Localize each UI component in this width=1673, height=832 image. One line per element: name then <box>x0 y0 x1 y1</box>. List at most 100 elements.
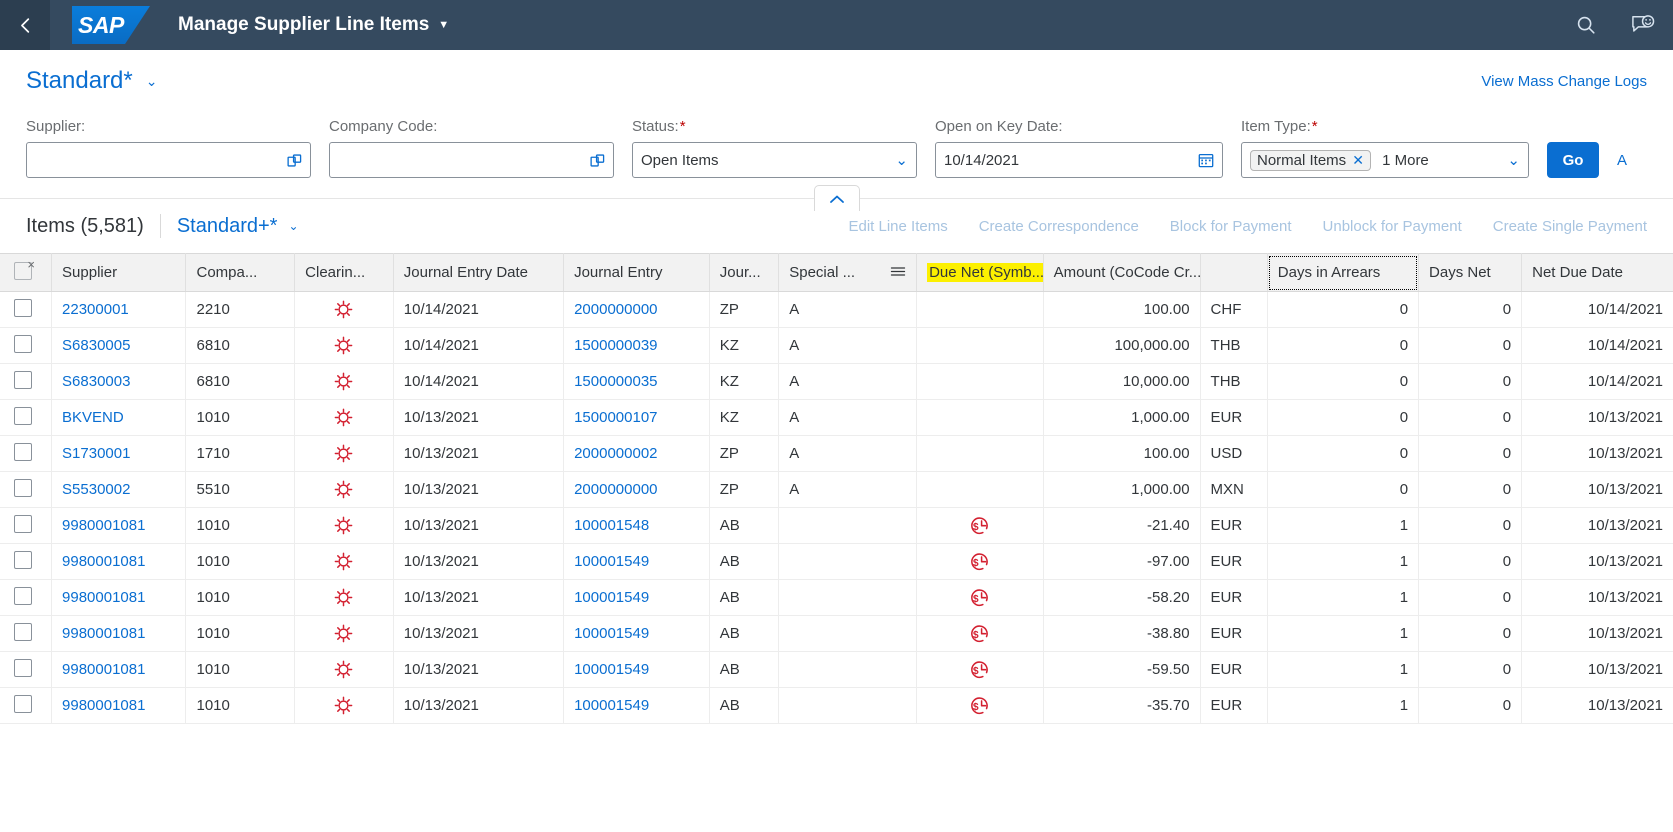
table-row[interactable]: 9980001081 1010 10/13/2021 100001549 AB $ -38.… <box>0 615 1673 652</box>
column-header-journal-entry-date[interactable]: Journal Entry Date <box>393 253 565 292</box>
value-help-icon[interactable] <box>590 153 605 168</box>
cell-journal-entry[interactable]: 1500000039 <box>563 327 710 364</box>
row-checkbox[interactable] <box>14 694 32 713</box>
row-checkbox[interactable] <box>14 658 32 677</box>
column-header-clearing[interactable]: Clearin... <box>294 253 394 292</box>
cell-supplier[interactable]: S6830003 <box>51 363 187 400</box>
row-select-cell[interactable] <box>0 435 53 472</box>
key-date-input[interactable]: 10/14/2021 <box>935 142 1223 178</box>
select-all-header[interactable] <box>0 253 53 292</box>
row-select-cell[interactable] <box>0 399 53 436</box>
column-header-journal-entry-type[interactable]: Jour... <box>709 253 780 292</box>
column-header-company-code[interactable]: Compa... <box>185 253 296 292</box>
row-checkbox[interactable] <box>14 478 32 497</box>
unblock-for-payment-button[interactable]: Unblock for Payment <box>1323 218 1462 235</box>
chevron-down-icon[interactable]: ⌄ <box>895 151 908 169</box>
table-row[interactable]: S6830005 6810 10/14/2021 1500000039 KZ A 100,0… <box>0 327 1673 364</box>
table-row[interactable]: S6830003 6810 10/14/2021 1500000035 KZ A 10,00… <box>0 363 1673 400</box>
table-row[interactable]: 9980001081 1010 10/13/2021 100001549 AB $ -97.… <box>0 543 1673 580</box>
row-checkbox[interactable] <box>14 550 32 569</box>
table-row[interactable]: 9980001081 1010 10/13/2021 100001549 AB $ -35.… <box>0 687 1673 724</box>
row-select-cell[interactable] <box>0 507 53 544</box>
cell-supplier[interactable]: 9980001081 <box>51 651 187 688</box>
table-row[interactable]: 9980001081 1010 10/13/2021 100001549 AB $ -58.… <box>0 579 1673 616</box>
cell-supplier[interactable]: 9980001081 <box>51 615 187 652</box>
feedback-smiley-icon[interactable] <box>1631 14 1655 36</box>
row-checkbox[interactable] <box>14 406 32 425</box>
column-header-due-net[interactable]: Due Net (Symb... <box>916 253 1044 292</box>
column-header-special-gl[interactable]: Special ... <box>778 253 918 292</box>
back-button[interactable] <box>0 0 50 50</box>
row-select-cell[interactable] <box>0 651 53 688</box>
table-row[interactable]: 9980001081 1010 10/13/2021 100001548 AB $ -21.… <box>0 507 1673 544</box>
row-checkbox[interactable] <box>14 370 32 389</box>
app-title[interactable]: Manage Supplier Line Items ▼ <box>178 14 449 36</box>
cell-journal-entry[interactable]: 100001549 <box>563 687 710 724</box>
value-help-icon[interactable] <box>287 153 302 168</box>
table-row[interactable]: 22300001 2210 10/14/2021 2000000000 ZP A 100.0… <box>0 291 1673 328</box>
row-checkbox[interactable] <box>14 334 32 353</box>
column-header-days-in-arrears[interactable]: Days in Arrears <box>1267 253 1420 292</box>
row-select-cell[interactable] <box>0 471 53 508</box>
cell-supplier[interactable]: 9980001081 <box>51 579 187 616</box>
status-select[interactable]: Open Items ⌄ <box>632 142 917 178</box>
cell-journal-entry[interactable]: 100001548 <box>563 507 710 544</box>
item-type-token[interactable]: Normal Items ✕ <box>1250 149 1371 171</box>
row-select-cell[interactable] <box>0 579 53 616</box>
filter-variant-selector[interactable]: Standard* ⌄ <box>26 67 157 95</box>
cell-supplier[interactable]: 9980001081 <box>51 543 187 580</box>
table-row[interactable]: S5530002 5510 10/13/2021 2000000000 ZP A 1,000… <box>0 471 1673 508</box>
cell-journal-entry[interactable]: 1500000035 <box>563 363 710 400</box>
table-row[interactable]: BKVEND 1010 10/13/2021 1500000107 KZ A 1,000.0… <box>0 399 1673 436</box>
column-header-days-net[interactable]: Days Net <box>1418 253 1523 292</box>
item-type-more-label[interactable]: 1 More <box>1382 152 1429 169</box>
adapt-filters-link[interactable]: A <box>1617 142 1631 178</box>
cell-journal-entry[interactable]: 2000000000 <box>563 291 710 328</box>
row-select-cell[interactable] <box>0 615 53 652</box>
cell-supplier[interactable]: S5530002 <box>51 471 187 508</box>
cell-journal-entry[interactable]: 100001549 <box>563 651 710 688</box>
go-button[interactable]: Go <box>1547 142 1599 178</box>
filter-bar-collapse-toggle[interactable] <box>813 185 860 211</box>
row-checkbox[interactable] <box>14 514 32 533</box>
column-header-supplier[interactable]: Supplier <box>51 253 187 292</box>
cell-supplier[interactable]: 9980001081 <box>51 687 187 724</box>
cell-journal-entry[interactable]: 1500000107 <box>563 399 710 436</box>
item-type-multi-input[interactable]: Normal Items ✕ 1 More ⌄ <box>1241 142 1529 178</box>
column-header-amount[interactable]: Amount (CoCode Cr... <box>1043 253 1201 292</box>
company-code-input[interactable] <box>329 142 614 178</box>
cell-journal-entry[interactable]: 100001549 <box>563 579 710 616</box>
row-select-cell[interactable] <box>0 543 53 580</box>
row-select-cell[interactable] <box>0 327 53 364</box>
cell-journal-entry[interactable]: 100001549 <box>563 615 710 652</box>
search-icon[interactable] <box>1575 14 1597 36</box>
column-header-currency[interactable] <box>1200 253 1268 292</box>
column-header-net-due-date[interactable]: Net Due Date <box>1521 253 1673 292</box>
edit-line-items-button[interactable]: Edit Line Items <box>848 218 947 235</box>
cell-supplier[interactable]: S6830005 <box>51 327 187 364</box>
select-all-checkbox[interactable] <box>14 257 35 280</box>
create-correspondence-button[interactable]: Create Correspondence <box>979 218 1139 235</box>
column-header-journal-entry[interactable]: Journal Entry <box>563 253 710 292</box>
cell-supplier[interactable]: S1730001 <box>51 435 187 472</box>
row-checkbox[interactable] <box>14 442 32 461</box>
row-select-cell[interactable] <box>0 687 53 724</box>
view-mass-change-logs-link[interactable]: View Mass Change Logs <box>1481 73 1647 90</box>
table-variant-selector[interactable]: Standard+* ⌄ <box>177 215 299 238</box>
cell-supplier[interactable]: 9980001081 <box>51 507 187 544</box>
cell-supplier[interactable]: 22300001 <box>51 291 187 328</box>
cell-journal-entry[interactable]: 100001549 <box>563 543 710 580</box>
create-single-payment-button[interactable]: Create Single Payment <box>1493 218 1647 235</box>
supplier-input[interactable] <box>26 142 311 178</box>
table-row[interactable]: 9980001081 1010 10/13/2021 100001549 AB $ -59.… <box>0 651 1673 688</box>
row-select-cell[interactable] <box>0 291 53 328</box>
cell-supplier[interactable]: BKVEND <box>51 399 187 436</box>
row-checkbox[interactable] <box>14 586 32 605</box>
chevron-down-icon[interactable]: ⌄ <box>1507 151 1520 169</box>
block-for-payment-button[interactable]: Block for Payment <box>1170 218 1292 235</box>
table-row[interactable]: S1730001 1710 10/13/2021 2000000002 ZP A 100.0… <box>0 435 1673 472</box>
cell-journal-entry[interactable]: 2000000002 <box>563 435 710 472</box>
calendar-icon[interactable] <box>1198 152 1214 168</box>
row-checkbox[interactable] <box>14 622 32 641</box>
close-icon[interactable]: ✕ <box>1352 152 1364 169</box>
